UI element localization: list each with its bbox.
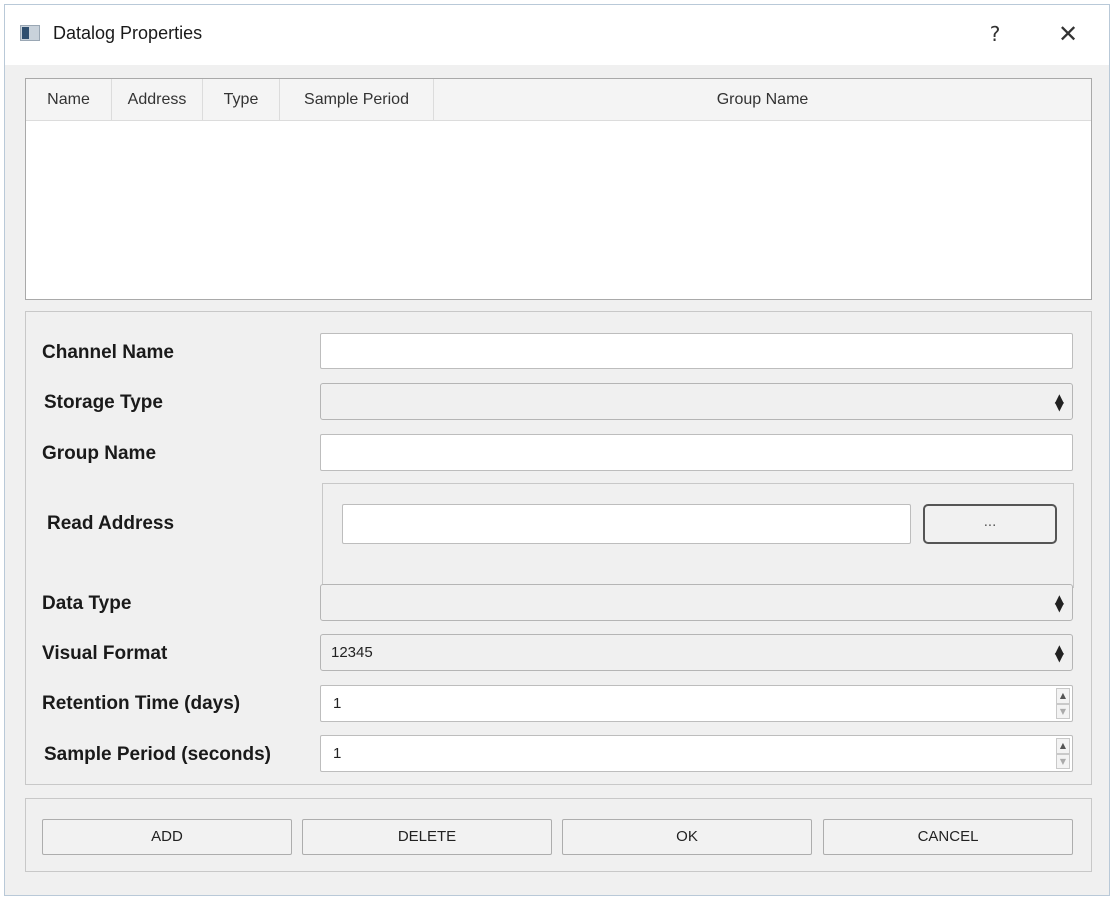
up-down-arrows-icon: ▲ ▼ [1054,641,1064,664]
group-name-field[interactable] [320,434,1073,471]
close-icon[interactable]: ✕ [1053,19,1083,49]
spin-up-icon[interactable]: ▲ [1056,688,1070,704]
retention-time-value: 1 [333,695,342,712]
button-bar: ADD DELETE OK CANCEL [25,798,1092,872]
retention-time-spinbox[interactable]: 1 ▲ ▼ [320,685,1073,722]
read-address-group: ... [322,483,1074,588]
column-header-address[interactable]: Address [112,79,203,121]
browse-address-button[interactable]: ... [923,504,1057,544]
title-bar: Datalog Properties ? ✕ [5,5,1109,65]
retention-time-label: Retention Time (days) [42,693,241,714]
read-address-label: Read Address [47,513,175,534]
channel-table[interactable]: Name Address Type Sample Period Group Na… [25,78,1092,300]
table-header: Name Address Type Sample Period Group Na… [26,79,1091,121]
up-down-arrows-icon: ▲ ▼ [1054,591,1064,614]
visual-format-value: 12345 [331,644,373,661]
datalog-properties-dialog: Datalog Properties ? ✕ Name Address Type… [4,4,1110,896]
spin-buttons: ▲ ▼ [1056,738,1070,769]
data-type-label: Data Type [42,593,132,614]
column-header-sample-period[interactable]: Sample Period [280,79,434,121]
channel-name-field[interactable] [320,333,1073,369]
data-type-select[interactable]: ▲ ▼ [320,584,1073,621]
dialog-title: Datalog Properties [53,23,203,43]
column-header-name[interactable]: Name [26,79,112,121]
storage-type-select[interactable]: ▲ ▼ [320,383,1073,420]
storage-type-label: Storage Type [44,392,163,413]
sample-period-label: Sample Period (seconds) [44,744,272,765]
spin-down-icon[interactable]: ▼ [1056,753,1070,769]
sample-period-value: 1 [333,745,342,762]
channel-name-label: Channel Name [42,342,174,363]
read-address-field[interactable] [342,504,911,544]
help-button[interactable]: ? [980,19,1010,49]
column-header-group-name[interactable]: Group Name [434,79,1091,121]
add-button[interactable]: ADD [42,819,292,855]
spin-down-icon[interactable]: ▼ [1056,703,1070,719]
ok-button[interactable]: OK [562,819,812,855]
spin-up-icon[interactable]: ▲ [1056,738,1070,754]
column-header-type[interactable]: Type [203,79,280,121]
sample-period-spinbox[interactable]: 1 ▲ ▼ [320,735,1073,772]
visual-format-label: Visual Format [42,643,168,664]
spin-buttons: ▲ ▼ [1056,688,1070,719]
channel-form: Channel Name Storage Type ▲ ▼ Group Name … [25,311,1092,785]
cancel-button[interactable]: CANCEL [823,819,1073,855]
window-icon [20,25,40,41]
up-down-arrows-icon: ▲ ▼ [1054,390,1064,413]
group-name-label: Group Name [42,443,157,464]
visual-format-select[interactable]: 12345 ▲ ▼ [320,634,1073,671]
delete-button[interactable]: DELETE [302,819,552,855]
